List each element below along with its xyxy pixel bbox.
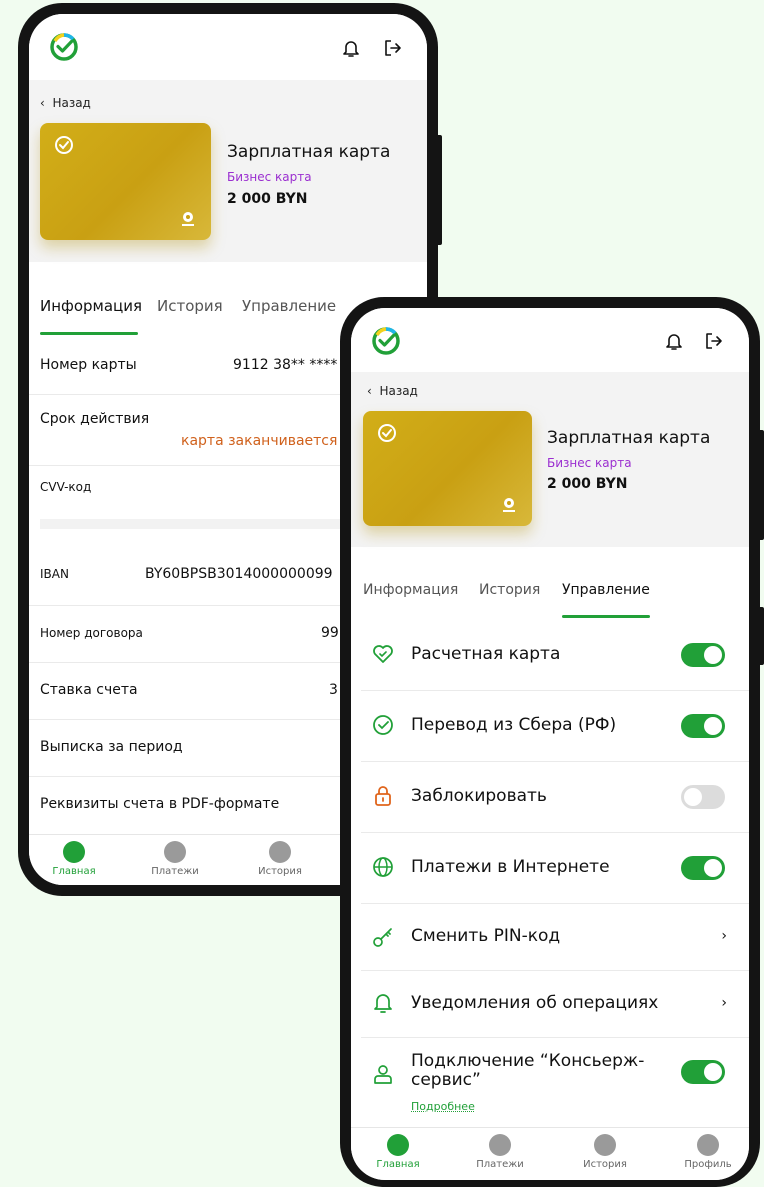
- tab-indicator: [562, 615, 650, 618]
- nav-payments[interactable]: Платежи: [150, 841, 200, 877]
- row-label: Перевод из Сбера (РФ): [411, 715, 617, 735]
- card-title: Зарплатная карта: [547, 428, 711, 448]
- row-block: Заблокировать: [361, 762, 749, 833]
- clock-icon: [269, 841, 291, 863]
- row-label: Платежи в Интернете: [411, 857, 610, 877]
- row-value: BY60BPSB3014000000099: [145, 566, 333, 582]
- row-notifications[interactable]: Уведомления об операциях ›: [361, 971, 749, 1038]
- arrow-right-icon: [489, 1134, 511, 1156]
- back-label: Назад: [52, 96, 91, 110]
- globe-icon: [373, 857, 393, 877]
- nav-label: Главная: [52, 866, 96, 877]
- internet-payments-toggle[interactable]: [681, 856, 725, 880]
- key-icon: [373, 928, 392, 947]
- clock-icon: [594, 1134, 616, 1156]
- row-label: Номер договора: [40, 626, 143, 640]
- belkart-logo-icon: [503, 498, 515, 512]
- home-icon: [63, 841, 85, 863]
- tab-manage[interactable]: Управление: [242, 297, 336, 315]
- card-check-icon: [378, 424, 396, 442]
- row-change-pin[interactable]: Сменить PIN-код ›: [361, 904, 749, 971]
- row-label: Номер карты: [40, 357, 137, 373]
- nav-label: Профиль: [684, 1159, 732, 1170]
- nav-history[interactable]: История: [580, 1134, 630, 1170]
- front-phone-screen: ‹ Назад Зарплатная карта Бизнес карта 2 …: [351, 308, 749, 1180]
- belkart-logo-icon: [182, 212, 194, 226]
- check-circle-icon: [373, 715, 393, 735]
- nav-history[interactable]: История: [255, 841, 305, 877]
- nav-label: Главная: [376, 1159, 420, 1170]
- more-link[interactable]: Подробнее: [411, 1100, 475, 1113]
- card-image: [363, 411, 532, 526]
- card-image: [40, 123, 211, 240]
- tab-history[interactable]: История: [157, 297, 223, 315]
- concierge-label: Подключение “Консьерж-сервис”: [411, 1052, 644, 1090]
- bell-icon[interactable]: [341, 38, 361, 58]
- card-type: Бизнес карта: [227, 170, 312, 184]
- back-label: Назад: [379, 384, 418, 398]
- card-title: Зарплатная карта: [227, 142, 391, 162]
- home-icon: [387, 1134, 409, 1156]
- card-balance: 2 000 BYN: [227, 191, 308, 207]
- expiry-warning: карта заканчивается ч: [181, 433, 351, 449]
- logout-icon[interactable]: [704, 331, 724, 351]
- block-toggle[interactable]: [681, 785, 725, 809]
- chevron-right-icon: ›: [721, 928, 727, 944]
- row-internet-payments: Платежи в Интернете: [361, 833, 749, 904]
- row-concierge: Подключение “Консьерж-сервис” Подробнее: [361, 1038, 749, 1131]
- chevron-right-icon: ›: [721, 995, 727, 1011]
- row-label: Заблокировать: [411, 786, 547, 806]
- settlement-toggle[interactable]: [681, 643, 725, 667]
- row-label: Ставка счета: [40, 682, 138, 698]
- concierge-label-line1: Подключение “Консьерж-: [411, 1051, 645, 1071]
- card-balance: 2 000 BYN: [547, 476, 628, 492]
- lock-icon: [375, 786, 391, 806]
- nav-payments[interactable]: Платежи: [475, 1134, 525, 1170]
- profile-icon: [697, 1134, 719, 1156]
- concierge-person-icon: [374, 1065, 392, 1084]
- logout-icon[interactable]: [383, 38, 403, 58]
- row-label: Расчетная карта: [411, 644, 561, 664]
- tab-manage[interactable]: Управление: [562, 582, 650, 598]
- card-type: Бизнес карта: [547, 456, 632, 470]
- nav-label: История: [583, 1159, 627, 1170]
- concierge-toggle[interactable]: [681, 1060, 725, 1084]
- front-phone: ‹ Назад Зарплатная карта Бизнес карта 2 …: [340, 297, 764, 1187]
- row-value: 9112 38** ****: [233, 357, 338, 373]
- bell-icon: [374, 994, 392, 1013]
- tab-history[interactable]: История: [479, 582, 540, 598]
- row-label: IBAN: [40, 567, 69, 581]
- tab-indicator: [40, 332, 138, 335]
- row-label: Срок действия: [40, 411, 150, 427]
- row-settlement-card: Расчетная карта: [361, 620, 749, 691]
- arrow-right-icon: [164, 841, 186, 863]
- bottom-nav: Главная Платежи История Профиль: [351, 1127, 749, 1180]
- nav-label: Платежи: [151, 866, 199, 877]
- row-label: Реквизиты счета в PDF-формате: [40, 796, 280, 812]
- sber-logo: [50, 33, 78, 61]
- tab-info[interactable]: Информация: [363, 582, 458, 598]
- row-sber-transfer: Перевод из Сбера (РФ): [361, 691, 749, 762]
- back-link[interactable]: ‹ Назад: [40, 96, 91, 110]
- nav-profile[interactable]: Профиль: [683, 1134, 733, 1170]
- sber-transfer-toggle[interactable]: [681, 714, 725, 738]
- heart-icon: [373, 645, 393, 663]
- tab-info[interactable]: Информация: [40, 297, 142, 315]
- row-value: 3: [329, 682, 338, 698]
- row-label: Уведомления об операциях: [411, 993, 659, 1013]
- nav-home[interactable]: Главная: [373, 1134, 423, 1170]
- nav-label: Платежи: [476, 1159, 524, 1170]
- nav-home[interactable]: Главная: [49, 841, 99, 877]
- row-label: Выписка за период: [40, 739, 183, 755]
- back-link[interactable]: ‹ Назад: [367, 384, 418, 398]
- nav-label: История: [258, 866, 302, 877]
- bell-icon[interactable]: [664, 331, 684, 351]
- row-label: CVV-код: [40, 480, 92, 494]
- card-check-icon: [55, 136, 73, 154]
- sber-logo: [372, 327, 400, 355]
- concierge-label-line2: сервис”: [411, 1070, 481, 1090]
- row-value: 99: [321, 625, 339, 641]
- row-label: Сменить PIN-код: [411, 926, 561, 946]
